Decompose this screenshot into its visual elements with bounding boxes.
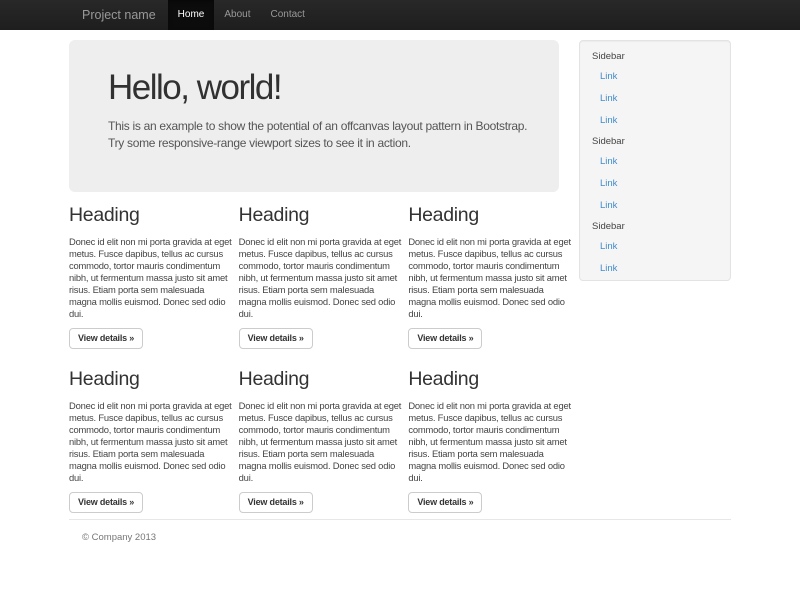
jumbotron: Hello, world! This is an example to show…	[69, 40, 559, 192]
nav-item-contact[interactable]: Contact	[260, 0, 314, 30]
sidebar-link[interactable]: Link	[592, 195, 730, 217]
nav-item-home[interactable]: Home	[168, 0, 215, 30]
card-heading: Heading	[239, 369, 402, 390]
sidebar-link[interactable]: Link	[592, 110, 730, 132]
sidebar-link[interactable]: Link	[592, 88, 730, 110]
view-details-button[interactable]: View details »	[239, 328, 313, 349]
main-content: Hello, world! This is an example to show…	[69, 30, 571, 513]
card-heading: Heading	[69, 205, 232, 226]
page-container: Hello, world! This is an example to show…	[69, 30, 731, 543]
sidebar-group-2: Sidebar Link Link Link	[592, 136, 730, 217]
card-heading: Heading	[69, 369, 232, 390]
footer: © Company 2013	[69, 519, 731, 543]
card-heading: Heading	[408, 369, 571, 390]
sidebar-group-3: Sidebar Link Link	[592, 221, 730, 280]
card-body-text: Donec id elit non mi porta gravida at eg…	[408, 236, 571, 320]
sidebar-header: Sidebar	[592, 221, 730, 233]
view-details-button[interactable]: View details »	[69, 328, 143, 349]
sidebar-link[interactable]: Link	[592, 66, 730, 88]
view-details-button[interactable]: View details »	[408, 492, 482, 513]
sidebar-link[interactable]: Link	[592, 151, 730, 173]
navbar-menu: Home About Contact	[168, 0, 315, 30]
card-body-text: Donec id elit non mi porta gravida at eg…	[239, 400, 402, 484]
card-heading: Heading	[408, 205, 571, 226]
card: Heading Donec id elit non mi porta gravi…	[69, 369, 232, 513]
sidebar-link[interactable]: Link	[592, 173, 730, 195]
jumbotron-description: This is an example to show the potential…	[108, 118, 529, 152]
card: Heading Donec id elit non mi porta gravi…	[408, 369, 571, 513]
card: Heading Donec id elit non mi porta gravi…	[239, 369, 402, 513]
view-details-button[interactable]: View details »	[408, 328, 482, 349]
card: Heading Donec id elit non mi porta gravi…	[69, 205, 232, 349]
navbar: Project name Home About Contact	[0, 0, 800, 30]
nav-item-about[interactable]: About	[214, 0, 260, 30]
cards-row-2: Heading Donec id elit non mi porta gravi…	[69, 369, 571, 513]
sidebar-header: Sidebar	[592, 136, 730, 148]
cards-row-1: Heading Donec id elit non mi porta gravi…	[69, 205, 571, 349]
brand-link[interactable]: Project name	[69, 0, 168, 30]
view-details-button[interactable]: View details »	[239, 492, 313, 513]
card: Heading Donec id elit non mi porta gravi…	[239, 205, 402, 349]
sidebar: Sidebar Link Link Link Sidebar Link Link…	[579, 40, 731, 281]
navbar-container: Project name Home About Contact	[69, 0, 731, 30]
card-heading: Heading	[239, 205, 402, 226]
view-details-button[interactable]: View details »	[69, 492, 143, 513]
sidebar-group-1: Sidebar Link Link Link	[592, 51, 730, 132]
copyright-text: © Company 2013	[69, 520, 731, 543]
page-title: Hello, world!	[108, 69, 529, 107]
sidebar-link[interactable]: Link	[592, 236, 730, 258]
card-body-text: Donec id elit non mi porta gravida at eg…	[69, 400, 232, 484]
card-body-text: Donec id elit non mi porta gravida at eg…	[69, 236, 232, 320]
card: Heading Donec id elit non mi porta gravi…	[408, 205, 571, 349]
sidebar-header: Sidebar	[592, 51, 730, 63]
card-body-text: Donec id elit non mi porta gravida at eg…	[239, 236, 402, 320]
card-body-text: Donec id elit non mi porta gravida at eg…	[408, 400, 571, 484]
sidebar-link[interactable]: Link	[592, 258, 730, 280]
